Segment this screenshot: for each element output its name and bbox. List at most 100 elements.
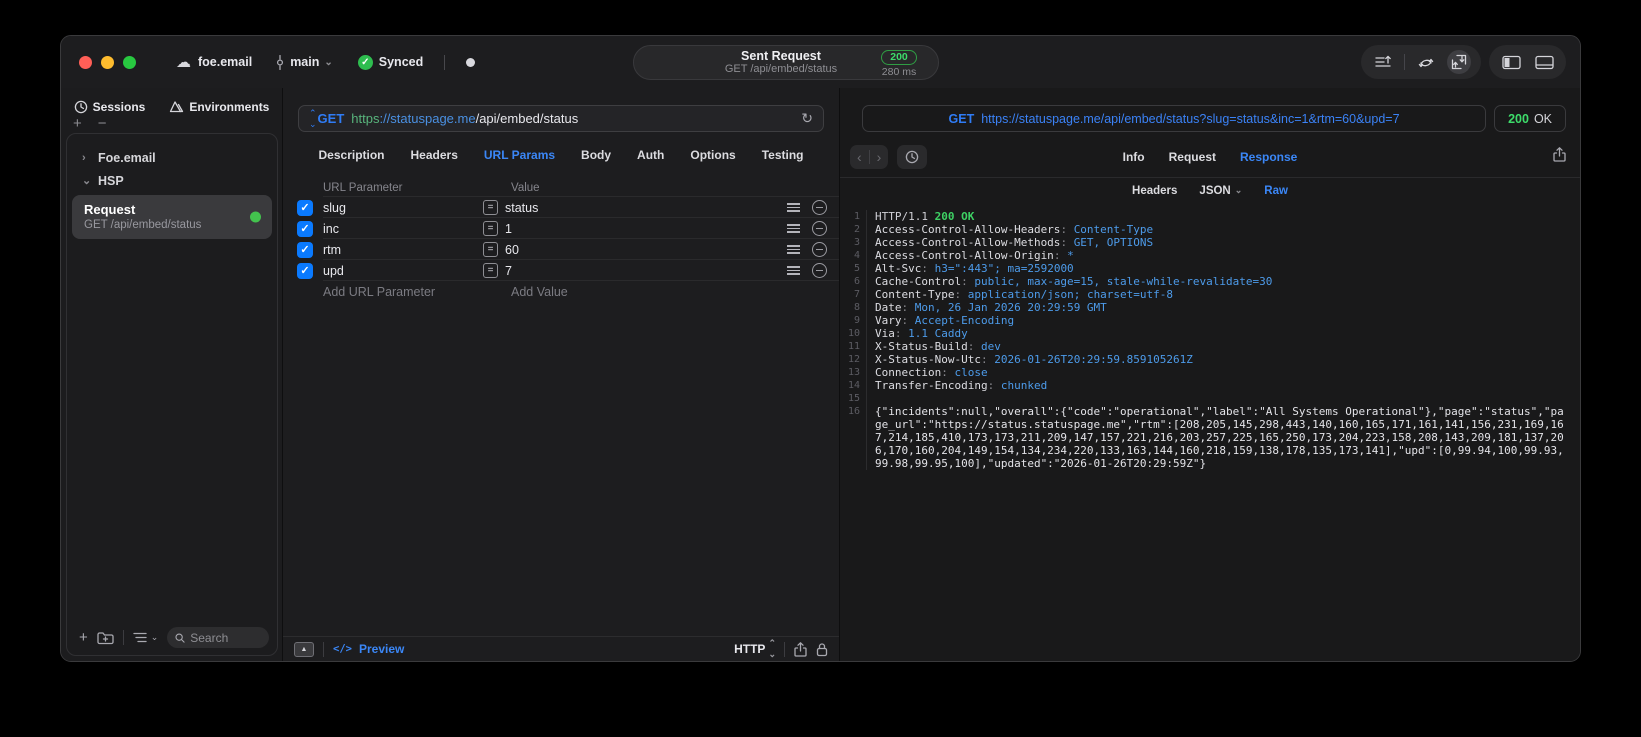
param-name-field[interactable]: inc <box>323 222 483 236</box>
param-name-field[interactable]: upd <box>323 264 483 278</box>
minimize-window-button[interactable] <box>101 55 114 69</box>
request-list-item[interactable]: Request GET /api/embed/status <box>72 195 272 239</box>
tab-environments[interactable]: Environments <box>169 100 269 114</box>
line-segment: : <box>1060 223 1074 236</box>
zoom-window-button[interactable] <box>123 55 136 69</box>
request-method[interactable]: GET <box>318 111 345 126</box>
protocol-label: HTTP <box>734 642 766 656</box>
request-editor-panel: ⌃ ⌄ GET https://statuspage.me/api/embed/s… <box>282 88 839 661</box>
response-tabs: Info Request Response <box>840 150 1580 164</box>
expand-panel-button[interactable]: ▲ <box>294 641 314 657</box>
previous-response-button[interactable]: ‹ <box>857 149 862 165</box>
param-checkbox[interactable]: ✓ <box>297 199 313 216</box>
sidebar-search[interactable] <box>167 627 269 648</box>
method-dropdown-icon[interactable]: ⌃ ⌄ <box>309 108 316 130</box>
sent-request-url[interactable]: GET https://statuspage.me/api/embed/stat… <box>862 105 1487 132</box>
close-window-button[interactable] <box>79 55 92 69</box>
lock-icon[interactable] <box>816 642 828 657</box>
param-checkbox[interactable]: ✓ <box>297 220 313 237</box>
tab-response[interactable]: Response <box>1240 150 1297 164</box>
response-raw-view[interactable]: 1 HTTP/1.1 200 OK 2 Access-Control-Allow-He… <box>840 203 1580 661</box>
param-value-field[interactable]: 60 <box>505 243 787 257</box>
param-name-field[interactable]: slug <box>323 201 483 215</box>
remove-param-icon[interactable] <box>812 221 827 236</box>
tab-testing[interactable]: Testing <box>762 148 804 162</box>
sort-list-icon[interactable] <box>133 632 147 643</box>
tab-request[interactable]: Request <box>1169 150 1216 164</box>
share-icon[interactable] <box>794 641 807 657</box>
tree-item-hsp[interactable]: ⌄ HSP <box>67 169 277 192</box>
remove-param-icon[interactable] <box>812 263 827 278</box>
export-response-button[interactable] <box>1553 147 1566 167</box>
line-segment: Content-Type <box>875 288 955 301</box>
line-content: X-Status-Build: dev <box>875 340 1001 353</box>
subtab-raw[interactable]: Raw <box>1264 185 1288 197</box>
param-value-field[interactable]: 7 <box>505 264 787 278</box>
line-segment: Cache-Control <box>875 275 962 288</box>
tab-info[interactable]: Info <box>1123 150 1145 164</box>
new-folder-icon[interactable] <box>97 631 114 645</box>
reorder-handle-icon[interactable] <box>787 245 800 254</box>
toggle-bottom-panel-button[interactable] <box>1532 50 1556 74</box>
line-segment: dev <box>980 340 1001 353</box>
param-value-field[interactable]: status <box>505 201 787 215</box>
chevron-down-icon[interactable]: ⌄ <box>151 632 159 643</box>
branch-selector[interactable]: main ⌄ <box>275 54 333 70</box>
param-value-field[interactable]: 1 <box>505 222 787 236</box>
response-history-button[interactable] <box>897 145 928 169</box>
reorder-handle-icon[interactable] <box>787 266 800 275</box>
response-line: 3 Access-Control-Allow-Methods: GET, OPTI… <box>840 236 1570 249</box>
import-request-button[interactable] <box>1447 50 1471 74</box>
line-number: 5 <box>840 262 867 275</box>
chevron-right-icon[interactable]: › <box>82 152 90 164</box>
tab-options[interactable]: Options <box>690 148 735 162</box>
url-host: ://statuspage.me <box>379 111 476 126</box>
tab-description[interactable]: Description <box>319 148 385 162</box>
chevron-down-icon[interactable]: ⌄ <box>82 174 91 187</box>
tab-body[interactable]: Body <box>581 148 611 162</box>
share-icon <box>1553 147 1566 162</box>
resend-request-icon[interactable]: ↻ <box>801 110 813 127</box>
tab-auth[interactable]: Auth <box>637 148 664 162</box>
param-checkbox[interactable]: ✓ <box>297 262 313 279</box>
tab-headers[interactable]: Headers <box>411 148 458 162</box>
remove-param-icon[interactable] <box>812 242 827 257</box>
titlebar-divider <box>444 54 446 70</box>
add-value-placeholder[interactable]: Add Value <box>511 285 568 299</box>
add-param-row[interactable]: Add URL Parameter Add Value <box>283 281 839 303</box>
request-log-button[interactable] <box>1371 50 1395 74</box>
protocol-selector[interactable]: HTTP ⌃ ⌄ <box>734 638 776 660</box>
sync-branches-button[interactable] <box>1414 50 1438 74</box>
param-checkbox[interactable]: ✓ <box>297 241 313 258</box>
request-status-capsule[interactable]: Sent Request GET /api/embed/status 200 2… <box>633 45 939 80</box>
remove-session-button[interactable]: − <box>98 116 107 131</box>
preview-button[interactable]: Preview <box>359 642 404 656</box>
add-session-button[interactable]: + <box>73 116 82 131</box>
protocol-dropdown-icon: ⌃ ⌄ <box>768 638 775 659</box>
tree-item-label: HSP <box>98 173 124 188</box>
tab-url-params[interactable]: URL Params <box>484 148 555 162</box>
add-param-placeholder[interactable]: Add URL Parameter <box>323 285 483 299</box>
response-line: 8 Date: Mon, 26 Jan 2026 20:29:59 GMT <box>840 301 1570 314</box>
response-status-text: OK <box>1533 111 1552 126</box>
add-request-button[interactable]: + <box>79 629 88 646</box>
request-item-title: Request <box>84 202 136 217</box>
subtab-headers[interactable]: Headers <box>1132 185 1177 197</box>
subtab-json[interactable]: JSON ⌄ <box>1199 185 1242 197</box>
reorder-handle-icon[interactable] <box>787 203 800 212</box>
titlebar-actions <box>1361 45 1566 79</box>
next-response-button[interactable]: › <box>877 149 882 165</box>
search-icon <box>175 633 185 643</box>
tree-item-foe-email[interactable]: › Foe.email <box>67 146 277 169</box>
sync-status[interactable]: ✓ Synced <box>357 54 423 70</box>
param-name-field[interactable]: rtm <box>323 243 483 257</box>
reorder-handle-icon[interactable] <box>787 224 800 233</box>
log-lines-icon <box>1374 55 1391 67</box>
request-url-bar[interactable]: ⌃ ⌄ GET https://statuspage.me/api/embed/s… <box>298 105 824 132</box>
line-number: 11 <box>840 340 867 353</box>
tab-sessions[interactable]: Sessions <box>74 100 145 114</box>
toggle-sidebar-button[interactable] <box>1499 50 1523 74</box>
search-input[interactable] <box>190 630 261 645</box>
response-line: 15 <box>840 392 1570 405</box>
remove-param-icon[interactable] <box>812 200 827 215</box>
